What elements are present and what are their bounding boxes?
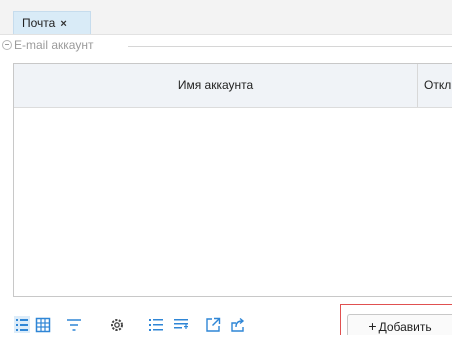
add-button-label: Добавить bbox=[378, 320, 432, 334]
tab-label: Почта bbox=[22, 16, 56, 30]
section-legend: E-mail аккаунт bbox=[14, 38, 94, 52]
grid-header: Имя аккаунта Откл bbox=[14, 64, 452, 108]
email-account-section: E-mail аккаунт bbox=[0, 36, 452, 56]
settings-icon[interactable] bbox=[109, 316, 125, 333]
share-icon[interactable] bbox=[230, 316, 246, 333]
grid-body bbox=[14, 108, 452, 296]
numbered-list-icon[interactable] bbox=[148, 316, 164, 333]
tab-mail[interactable]: Почта × bbox=[13, 11, 91, 34]
filter-icon[interactable] bbox=[66, 316, 82, 333]
column-header-disabled[interactable]: Откл bbox=[424, 64, 451, 107]
list-add-icon[interactable] bbox=[173, 316, 189, 333]
list-view-icon[interactable] bbox=[14, 316, 30, 333]
external-link-icon[interactable] bbox=[205, 316, 221, 333]
table-view-icon[interactable] bbox=[35, 316, 51, 333]
plus-icon: + bbox=[368, 318, 377, 334]
tab-bar: Почта × bbox=[0, 0, 452, 35]
collapse-icon[interactable] bbox=[2, 40, 12, 50]
column-header-account-name[interactable]: Имя аккаунта bbox=[14, 64, 418, 107]
tab-close-icon[interactable]: × bbox=[60, 18, 66, 30]
section-divider bbox=[128, 46, 452, 47]
add-button[interactable]: + Добавить bbox=[347, 314, 452, 335]
accounts-grid: Имя аккаунта Откл bbox=[13, 63, 452, 297]
